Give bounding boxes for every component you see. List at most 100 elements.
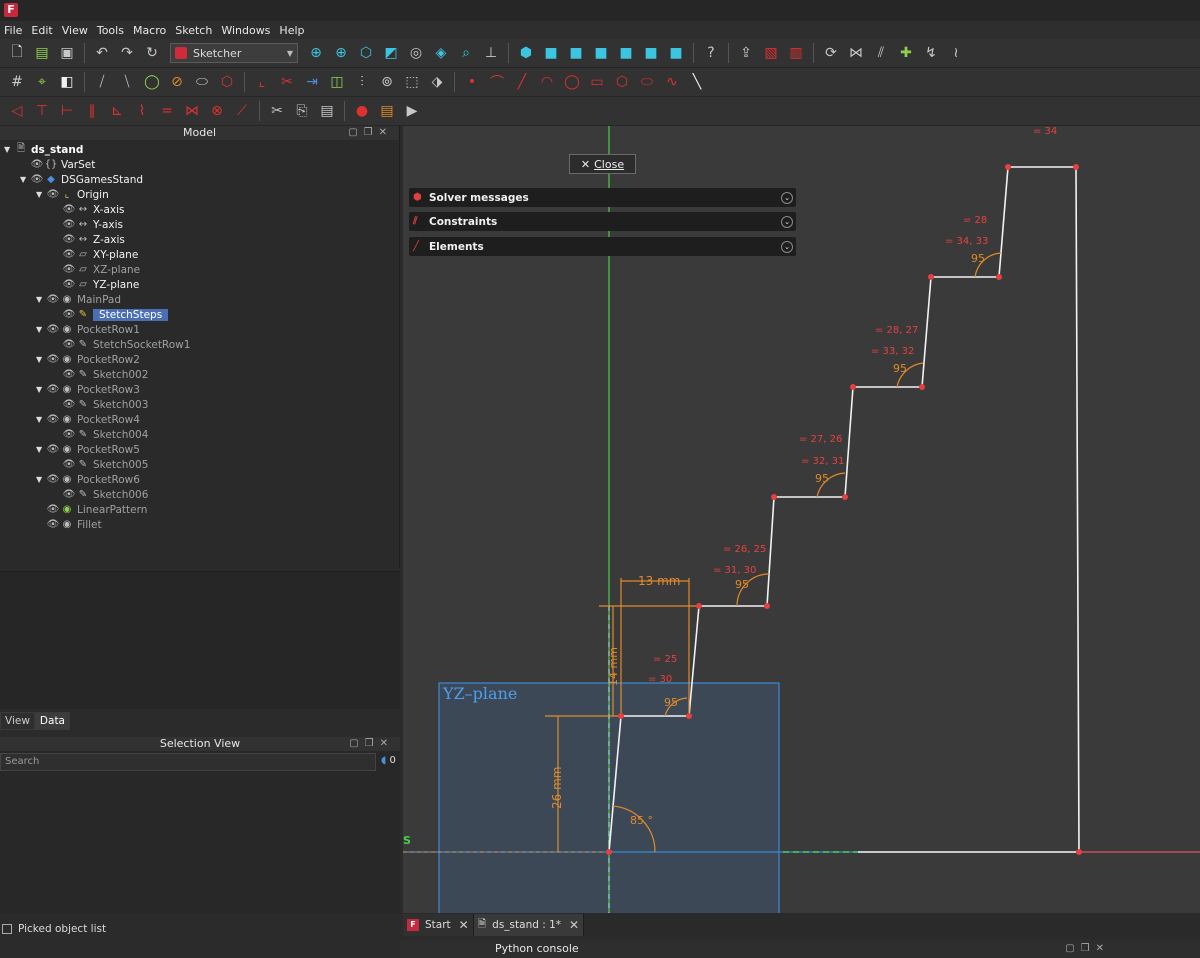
- visibility-eye-icon[interactable]: 👁: [46, 519, 60, 530]
- expand-icon[interactable]: ⌄: [781, 215, 793, 228]
- tree-item[interactable]: 👁 ✎ Sketch004: [52, 427, 149, 442]
- polyline-icon[interactable]: ⌒: [486, 72, 508, 92]
- attach-sketch-icon[interactable]: ✚: [895, 43, 917, 63]
- tree-item[interactable]: ▼ 👁 ◆ DSGamesStand: [20, 172, 143, 187]
- menu-tools[interactable]: Tools: [97, 24, 124, 37]
- toggle-driving-icon[interactable]: ⊘: [166, 72, 188, 92]
- tree-item[interactable]: 👁 ↔ X-axis: [52, 202, 125, 217]
- mirror-sketch-icon[interactable]: ⫽: [870, 43, 892, 63]
- visibility-eye-icon[interactable]: 👁: [62, 309, 76, 320]
- visibility-eye-icon[interactable]: 👁: [62, 264, 76, 275]
- right-view-icon[interactable]: ■: [590, 43, 612, 63]
- expand-arrow-icon[interactable]: ▼: [36, 190, 46, 199]
- menu-file[interactable]: File: [4, 24, 22, 37]
- dimension-icon[interactable]: ◁: [6, 101, 28, 121]
- tree-item[interactable]: 👁 ▱ YZ-plane: [52, 277, 140, 292]
- close-tab-icon[interactable]: ✕: [459, 918, 469, 932]
- visibility-eye-icon[interactable]: 👁: [62, 459, 76, 470]
- visibility-eye-icon[interactable]: 👁: [62, 489, 76, 500]
- close-sketch-button[interactable]: ✕ Close: [569, 154, 636, 174]
- visibility-eye-icon[interactable]: 👁: [46, 324, 60, 335]
- menu-edit[interactable]: Edit: [31, 24, 52, 37]
- expand-arrow-icon[interactable]: ▼: [36, 385, 46, 394]
- reorient-sketch-icon[interactable]: ↯: [920, 43, 942, 63]
- tree-item[interactable]: ▼ 🗎 ds_stand: [4, 142, 83, 157]
- visibility-eye-icon[interactable]: 👁: [62, 219, 76, 230]
- map-sketch-icon[interactable]: ▧: [760, 43, 782, 63]
- parallel-constraint-icon[interactable]: ∥: [81, 101, 103, 121]
- tab-data[interactable]: Data: [34, 712, 70, 730]
- new-sketch-icon[interactable]: ▥: [785, 43, 807, 63]
- open-file-icon[interactable]: ▤: [31, 43, 53, 63]
- expand-arrow-icon[interactable]: ▼: [36, 295, 46, 304]
- view-section-icon[interactable]: ≀: [945, 43, 967, 63]
- tab-ds-stand[interactable]: 🗎 ds_stand : 1* ✕: [473, 914, 585, 936]
- picked-object-checkbox[interactable]: [2, 924, 12, 934]
- top-view-icon[interactable]: ■: [565, 43, 587, 63]
- grid-icon[interactable]: #: [6, 72, 28, 92]
- slot-icon[interactable]: ⬭: [636, 72, 658, 92]
- horizontal-constraint-icon[interactable]: ⊤: [31, 101, 53, 121]
- fit-all-icon[interactable]: ⊕: [305, 43, 327, 63]
- offset-icon[interactable]: ⊚: [376, 72, 398, 92]
- select-elements-icon[interactable]: ⧹: [116, 72, 138, 92]
- expand-arrow-icon[interactable]: ▼: [20, 175, 30, 184]
- selection-search-input[interactable]: Search: [0, 753, 376, 771]
- rear-view-icon[interactable]: ■: [615, 43, 637, 63]
- tree-item[interactable]: 👁{} VarSet: [20, 157, 96, 172]
- rendering-order-icon[interactable]: ◧: [56, 72, 78, 92]
- toggle-constraints-icon[interactable]: ⟋: [231, 101, 253, 121]
- tree-item[interactable]: 👁 ↔ Z-axis: [52, 232, 125, 247]
- menu-macro[interactable]: Macro: [133, 24, 166, 37]
- line-icon[interactable]: ╱: [511, 72, 533, 92]
- whats-this-icon[interactable]: ?: [700, 43, 722, 63]
- rectangle-icon[interactable]: ▭: [586, 72, 608, 92]
- tree-item[interactable]: ▼ 👁 ◉ PocketRow1: [36, 322, 140, 337]
- snap-icon[interactable]: ⌖: [31, 72, 53, 92]
- tree-item[interactable]: 👁 ✎ Sketch006: [52, 487, 149, 502]
- tab-view[interactable]: View: [0, 712, 35, 730]
- tree-item[interactable]: ▼ 👁 ◉ PocketRow2: [36, 352, 140, 367]
- visibility-eye-icon[interactable]: 👁: [30, 174, 44, 185]
- visibility-eye-icon[interactable]: 👁: [46, 504, 60, 515]
- visibility-eye-icon[interactable]: 👁: [46, 414, 60, 425]
- elements-panel[interactable]: ╱ Elements ⌄: [409, 237, 796, 256]
- refresh-icon[interactable]: ↻: [141, 43, 163, 63]
- visibility-eye-icon[interactable]: 👁: [62, 249, 76, 260]
- point-icon[interactable]: •: [461, 72, 483, 92]
- isometric-view-icon[interactable]: ⬢: [515, 43, 537, 63]
- panel-window-controls[interactable]: ▢❐✕: [1065, 940, 1110, 958]
- expand-arrow-icon[interactable]: ▼: [4, 145, 14, 154]
- bspline-icon[interactable]: ∿: [661, 72, 683, 92]
- equal-constraint-icon[interactable]: =: [156, 101, 178, 121]
- visibility-eye-icon[interactable]: 👁: [62, 339, 76, 350]
- visibility-eye-icon[interactable]: 👁: [30, 159, 44, 170]
- record-macro-icon[interactable]: ●: [351, 101, 373, 121]
- circle-icon[interactable]: ◯: [561, 72, 583, 92]
- expand-arrow-icon[interactable]: ▼: [36, 325, 46, 334]
- execute-macro-icon[interactable]: ▶: [401, 101, 423, 121]
- visibility-eye-icon[interactable]: 👁: [46, 474, 60, 485]
- tree-item[interactable]: 👁 ✎ StetchSteps: [52, 307, 169, 322]
- visibility-eye-icon[interactable]: 👁: [46, 384, 60, 395]
- visibility-eye-icon[interactable]: 👁: [62, 369, 76, 380]
- menu-sketch[interactable]: Sketch: [175, 24, 212, 37]
- visibility-eye-icon[interactable]: 👁: [46, 294, 60, 305]
- macro-editor-icon[interactable]: ▤: [376, 101, 398, 121]
- validate-sketch-icon[interactable]: ⟳: [820, 43, 842, 63]
- measure-icon[interactable]: ⊥: [480, 43, 502, 63]
- draw-style-icon[interactable]: ⬡: [355, 43, 377, 63]
- perpendicular-constraint-icon[interactable]: ⊾: [106, 101, 128, 121]
- tree-item[interactable]: ▼ 👁 ⌞ Origin: [36, 187, 109, 202]
- solver-messages-panel[interactable]: ⬢ Solver messages ⌄: [409, 188, 796, 207]
- tree-item[interactable]: 👁 ✎ Sketch003: [52, 397, 149, 412]
- toggle-construction-icon[interactable]: ◯: [141, 72, 163, 92]
- visibility-eye-icon[interactable]: 👁: [46, 444, 60, 455]
- expand-icon[interactable]: ⌄: [781, 240, 793, 253]
- bounding-box-icon[interactable]: ◩: [380, 43, 402, 63]
- tree-item[interactable]: ▼ 👁 ◉ PocketRow5: [36, 442, 140, 457]
- block-constraint-icon[interactable]: ⊗: [206, 101, 228, 121]
- symmetric-constraint-icon[interactable]: ⋈: [181, 101, 203, 121]
- tree-item[interactable]: 👁 ▱ XZ-plane: [52, 262, 140, 277]
- visibility-eye-icon[interactable]: 👁: [46, 189, 60, 200]
